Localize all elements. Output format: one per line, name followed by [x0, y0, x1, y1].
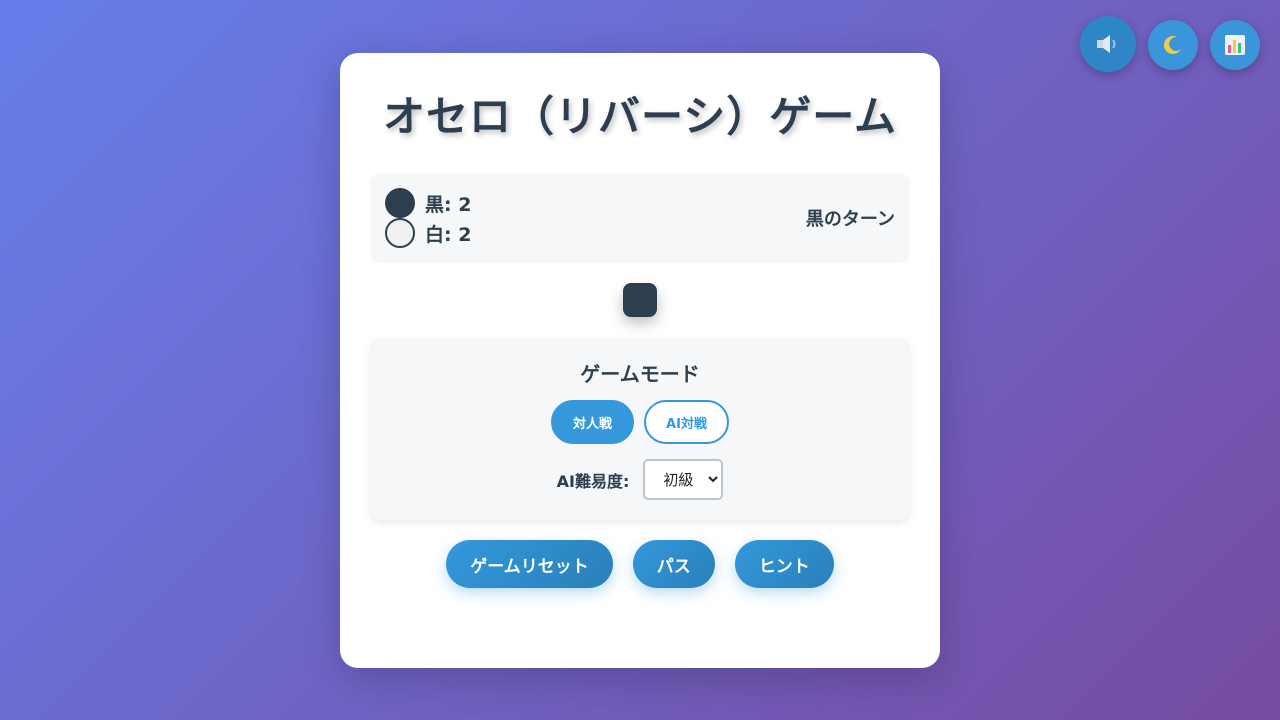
mode-buttons: 対人戦 AI対戦: [370, 400, 910, 444]
sound-toggle-button[interactable]: [1080, 16, 1136, 72]
pass-button[interactable]: パス: [632, 540, 715, 588]
stats-icon: [1225, 35, 1245, 55]
speaker-icon: [1097, 35, 1116, 53]
game-mode-panel: ゲームモード 対人戦 AI対戦 AI難易度: 初級: [370, 338, 910, 520]
black-score-row: 黒: 2: [385, 188, 471, 218]
action-buttons: ゲームリセット パス ヒント: [340, 540, 940, 588]
white-score-row: 白: 2: [385, 218, 471, 248]
difficulty-label: AI難易度:: [556, 471, 630, 491]
moon-icon: [1163, 36, 1181, 55]
score-panel: 黒: 2 白: 2 黒のターン: [370, 173, 910, 263]
stats-button[interactable]: [1210, 20, 1260, 70]
ai-mode-button[interactable]: AI対戦: [644, 400, 729, 444]
difficulty-select[interactable]: 初級: [643, 459, 724, 500]
white-score: 白: 2: [425, 223, 472, 246]
pvp-mode-button[interactable]: 対人戦: [551, 400, 635, 444]
game-card: オセロ（リバーシ）ゲーム 黒: 2 白: 2 黒のターン ゲームモード 対人戦 …: [340, 53, 940, 668]
white-stone-icon: [385, 218, 415, 248]
turn-indicator: 黒のターン: [805, 209, 895, 230]
dark-mode-button[interactable]: [1148, 20, 1198, 70]
black-stone-icon: [385, 188, 415, 218]
black-score: 黒: 2: [425, 193, 472, 216]
game-board[interactable]: [623, 283, 657, 317]
reset-button[interactable]: ゲームリセット: [446, 540, 613, 588]
mode-title: ゲームモード: [580, 362, 700, 386]
top-controls: [1080, 16, 1260, 72]
hint-button[interactable]: ヒント: [734, 540, 834, 588]
difficulty-row: AI難易度: 初級: [370, 459, 910, 500]
page-title: オセロ（リバーシ）ゲーム: [383, 92, 897, 141]
